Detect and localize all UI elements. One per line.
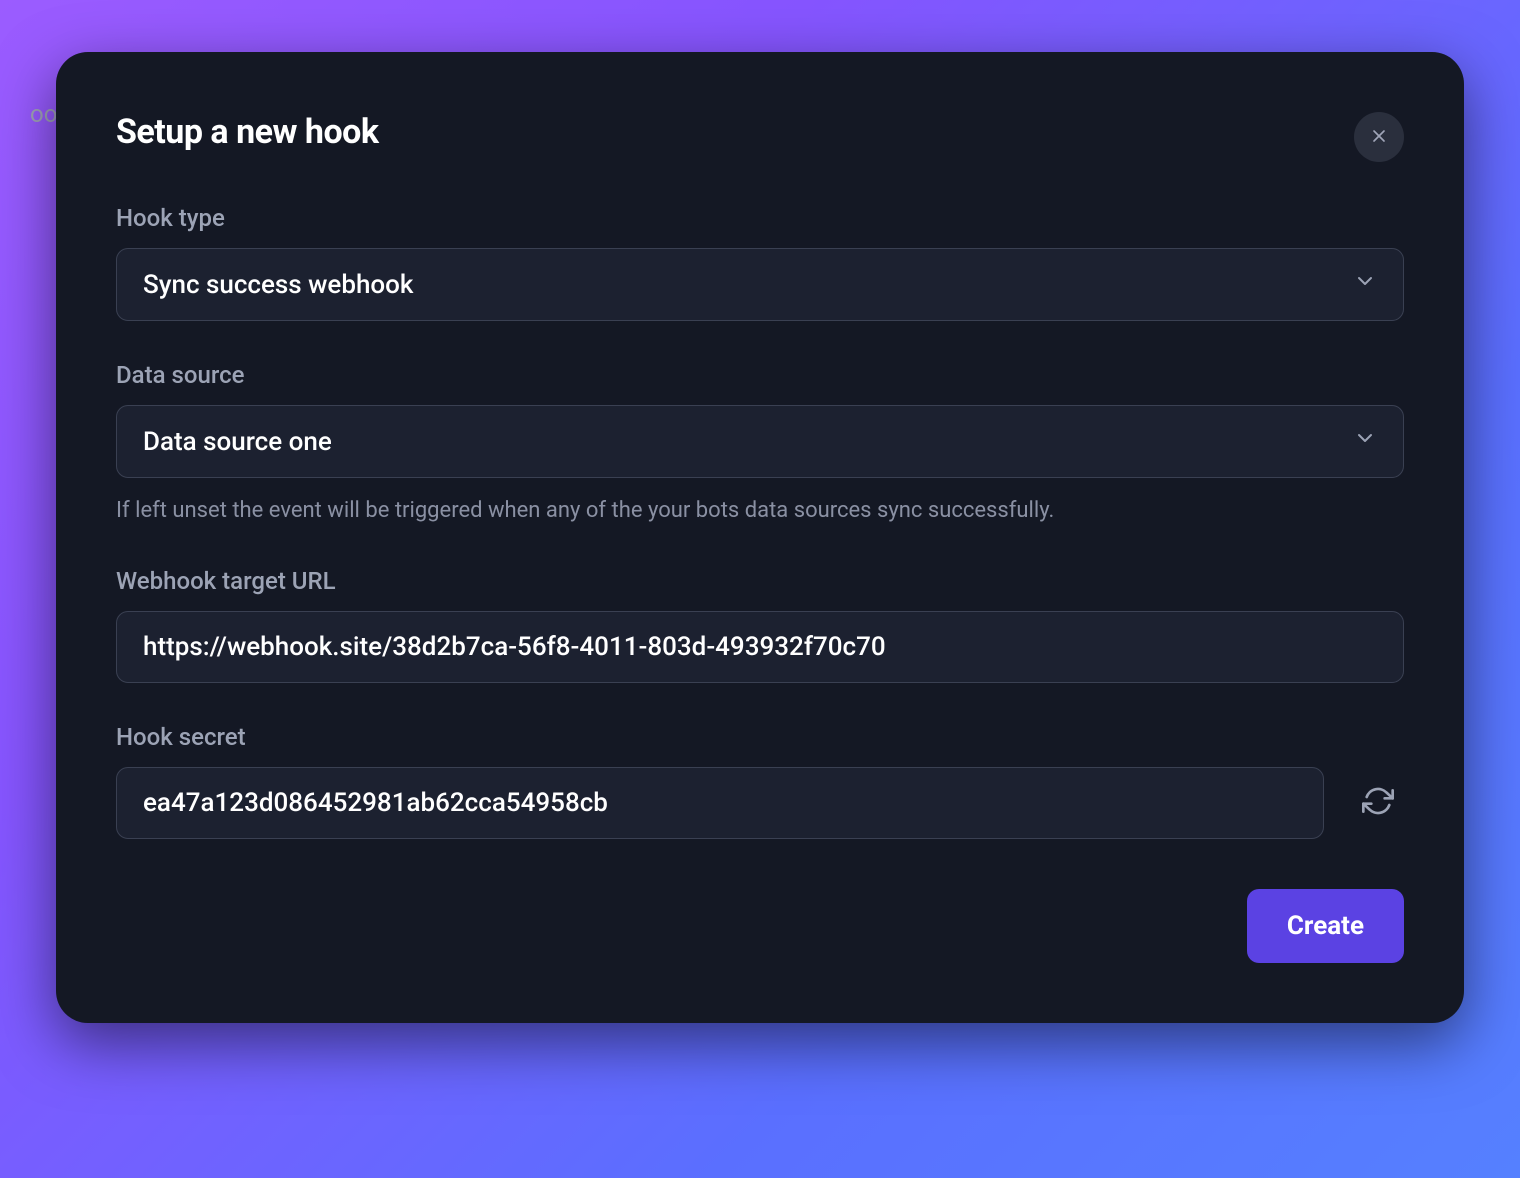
data-source-value: Data source one bbox=[143, 427, 332, 457]
target-url-label: Webhook target URL bbox=[116, 567, 1404, 595]
regenerate-secret-button[interactable] bbox=[1352, 775, 1404, 830]
target-url-group: Webhook target URL bbox=[116, 567, 1404, 683]
close-icon bbox=[1369, 126, 1389, 149]
refresh-icon bbox=[1362, 785, 1394, 820]
setup-hook-modal: Setup a new hook Hook type Sync success … bbox=[56, 52, 1464, 1023]
data-source-group: Data source Data source one If left unse… bbox=[116, 361, 1404, 527]
hook-secret-input[interactable] bbox=[116, 767, 1324, 839]
modal-header: Setup a new hook bbox=[116, 112, 1404, 162]
data-source-label: Data source bbox=[116, 361, 1404, 389]
data-source-helper: If left unset the event will be triggere… bbox=[116, 496, 1404, 527]
hook-type-group: Hook type Sync success webhook bbox=[116, 204, 1404, 321]
modal-title: Setup a new hook bbox=[116, 112, 379, 152]
close-button[interactable] bbox=[1354, 112, 1404, 162]
chevron-down-icon bbox=[1353, 426, 1377, 457]
data-source-select[interactable]: Data source one bbox=[116, 405, 1404, 478]
hook-type-value: Sync success webhook bbox=[143, 270, 413, 300]
target-url-input[interactable] bbox=[116, 611, 1404, 683]
hook-secret-group: Hook secret bbox=[116, 723, 1404, 839]
hook-type-select[interactable]: Sync success webhook bbox=[116, 248, 1404, 321]
create-button[interactable]: Create bbox=[1247, 889, 1404, 963]
modal-footer: Create bbox=[116, 889, 1404, 963]
hook-secret-label: Hook secret bbox=[116, 723, 1404, 751]
secret-row bbox=[116, 767, 1404, 839]
chevron-down-icon bbox=[1353, 269, 1377, 300]
hook-type-label: Hook type bbox=[116, 204, 1404, 232]
